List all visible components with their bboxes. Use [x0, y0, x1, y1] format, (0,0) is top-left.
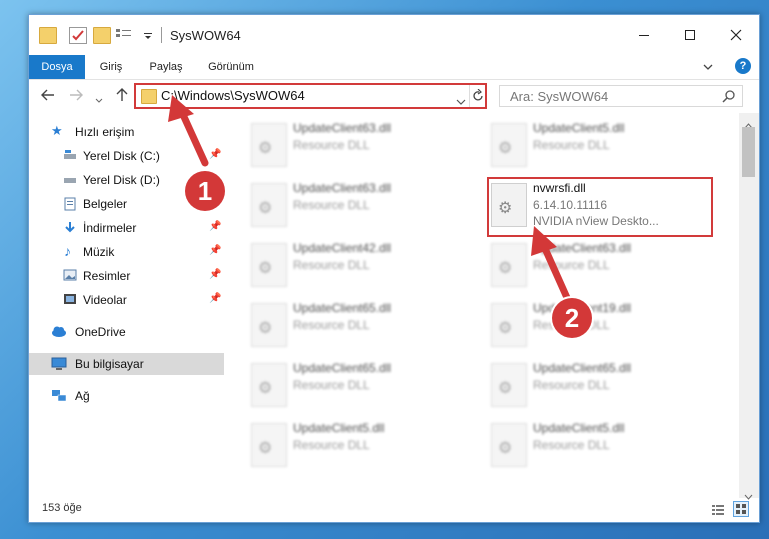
callout-2: 2 — [552, 298, 592, 338]
arrow-2-head — [531, 226, 557, 256]
annotation-arrows — [168, 95, 572, 304]
arrow-2 — [539, 240, 572, 304]
arrow-1-head — [168, 95, 194, 122]
callout-1: 1 — [185, 171, 225, 211]
